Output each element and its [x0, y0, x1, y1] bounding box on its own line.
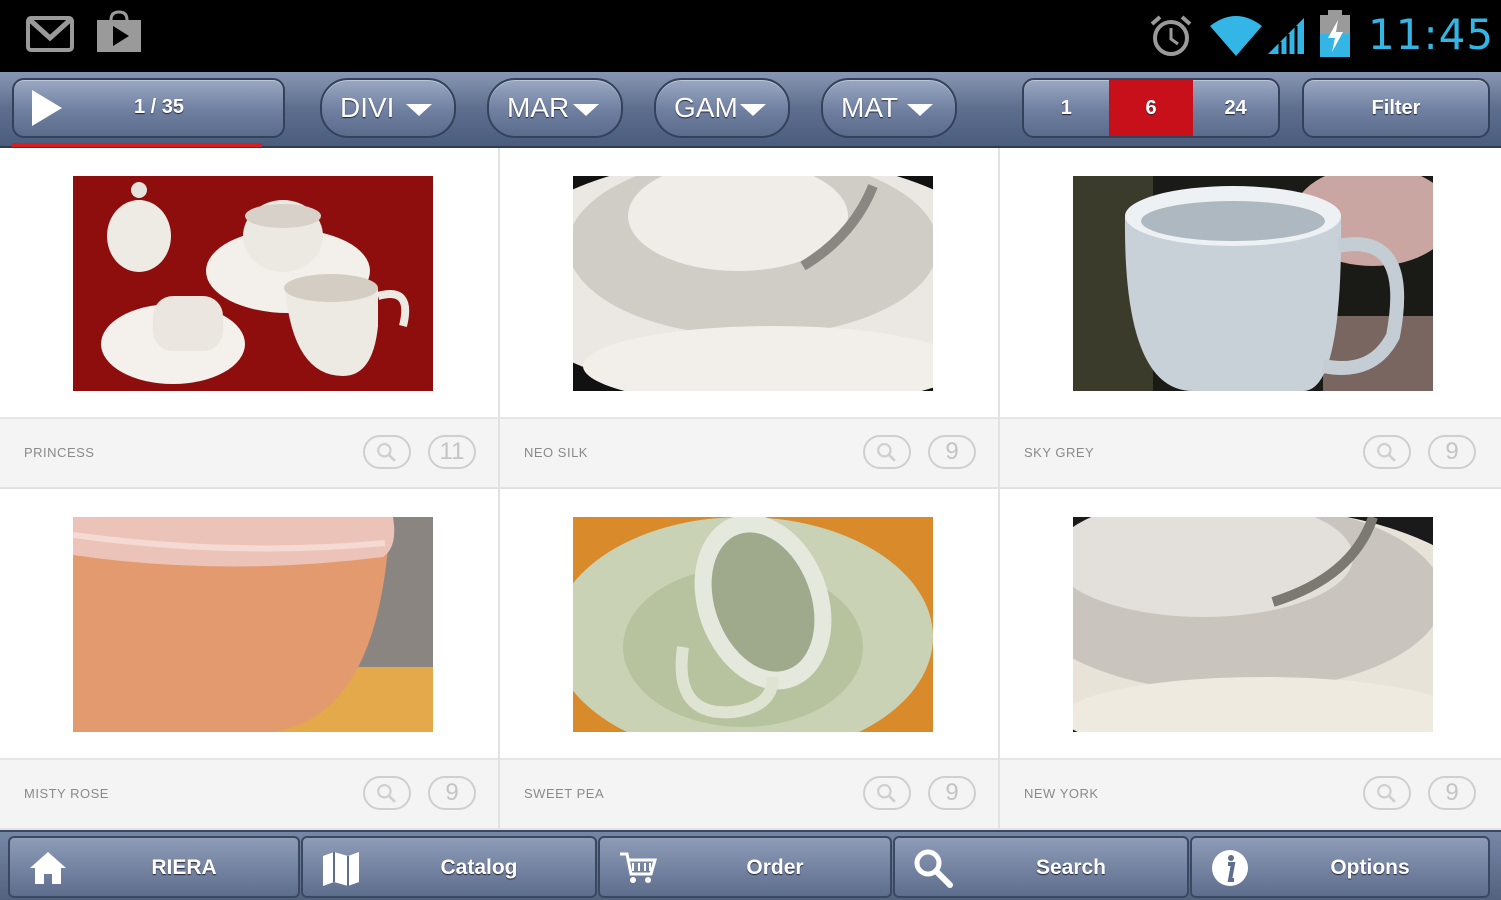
- product-footer: NEW YORK 9: [1000, 758, 1501, 828]
- product-name: SKY GREY: [1024, 445, 1095, 460]
- product-name: MISTY ROSE: [24, 786, 109, 801]
- per-page-option-1[interactable]: 1: [1024, 80, 1109, 136]
- product-tile[interactable]: SWEET PEA 9: [500, 489, 1000, 830]
- zoom-icon[interactable]: [863, 435, 911, 469]
- product-image[interactable]: [1073, 517, 1433, 732]
- bottom-nav: RIERA Catalog Order Search Options: [0, 830, 1501, 900]
- nav-options-button[interactable]: Options: [1190, 836, 1490, 898]
- product-name: PRINCESS: [24, 445, 95, 460]
- search-icon: [914, 849, 953, 888]
- nav-label: RIERA: [151, 856, 217, 879]
- info-icon: [1212, 850, 1248, 886]
- gmail-icon: [26, 16, 74, 52]
- product-image[interactable]: [573, 176, 933, 391]
- zoom-icon[interactable]: [363, 776, 411, 810]
- progress-indicator: [12, 143, 262, 147]
- zoom-icon[interactable]: [863, 776, 911, 810]
- zoom-icon[interactable]: [1363, 435, 1411, 469]
- chevron-down-icon: [740, 104, 766, 116]
- nav-order-button[interactable]: Order: [598, 836, 892, 898]
- zoom-icon[interactable]: [363, 435, 411, 469]
- page-counter: 1 / 35: [134, 96, 185, 118]
- product-tile[interactable]: PRINCESS 11: [0, 148, 500, 489]
- dropdown-range[interactable]: GAM: [654, 78, 790, 138]
- nav-label: Search: [1035, 856, 1107, 879]
- chevron-down-icon: [406, 104, 432, 116]
- wifi-icon: [1210, 16, 1262, 56]
- product-footer: PRINCESS 11: [0, 417, 498, 487]
- per-page-selector: 1 6 24: [1022, 78, 1280, 138]
- chevron-down-icon: [907, 104, 933, 116]
- image-count-badge: 9: [1428, 435, 1476, 469]
- dropdown-division[interactable]: DIVI: [320, 78, 456, 138]
- status-bar: 11:45: [0, 0, 1501, 72]
- per-page-option-24[interactable]: 24: [1193, 80, 1278, 136]
- product-image[interactable]: [73, 176, 433, 391]
- image-count-badge: 9: [928, 435, 976, 469]
- dropdown-label: GAM: [674, 92, 736, 123]
- status-clock: 11:45: [1368, 10, 1495, 59]
- nav-catalog-button[interactable]: Catalog: [301, 836, 597, 898]
- product-tile[interactable]: MISTY ROSE 9: [0, 489, 500, 830]
- top-toolbar: 1 / 35 DIVI MAR GAM MAT 1 6 24 Filter: [0, 72, 1501, 148]
- filter-button[interactable]: Filter: [1302, 78, 1490, 138]
- dropdown-label: MAT: [841, 92, 899, 123]
- battery-charging-icon: [1320, 10, 1350, 57]
- dropdown-label: MAR: [507, 92, 569, 123]
- zoom-icon[interactable]: [1363, 776, 1411, 810]
- nav-label: Order: [746, 856, 804, 879]
- product-grid: PRINCESS 11 NEO SILK 9 SKY GREY 9 MISTY …: [0, 148, 1501, 830]
- product-name: SWEET PEA: [524, 786, 605, 801]
- product-name: NEW YORK: [1024, 786, 1099, 801]
- dropdown-label: DIVI: [340, 92, 395, 123]
- product-name: NEO SILK: [524, 445, 588, 460]
- product-footer: SWEET PEA 9: [500, 758, 998, 828]
- product-tile[interactable]: NEW YORK 9: [1000, 489, 1501, 830]
- image-count-badge: 9: [428, 776, 476, 810]
- play-store-icon: [97, 10, 141, 52]
- nav-label: Catalog: [440, 856, 518, 879]
- per-page-option-6[interactable]: 6: [1108, 80, 1194, 136]
- signal-icon: [1268, 18, 1304, 54]
- home-icon: [30, 852, 66, 884]
- cart-icon: [620, 852, 657, 883]
- dropdown-material[interactable]: MAT: [821, 78, 957, 138]
- product-tile[interactable]: NEO SILK 9: [500, 148, 1000, 489]
- image-count-badge: 9: [928, 776, 976, 810]
- nav-label: Options: [1330, 856, 1410, 879]
- play-icon[interactable]: [32, 90, 62, 126]
- product-tile[interactable]: SKY GREY 9: [1000, 148, 1501, 489]
- nav-search-button[interactable]: Search: [893, 836, 1189, 898]
- alarm-icon: [1150, 15, 1192, 56]
- dropdown-brand[interactable]: MAR: [487, 78, 623, 138]
- nav-home-button[interactable]: RIERA: [8, 836, 300, 898]
- chevron-down-icon: [573, 104, 599, 116]
- product-footer: MISTY ROSE 9: [0, 758, 498, 828]
- product-image[interactable]: [573, 517, 933, 732]
- product-image[interactable]: [73, 517, 433, 732]
- product-footer: NEO SILK 9: [500, 417, 998, 487]
- image-count-badge: 11: [428, 435, 476, 469]
- image-count-badge: 9: [1428, 776, 1476, 810]
- map-icon: [323, 852, 359, 886]
- product-footer: SKY GREY 9: [1000, 417, 1501, 487]
- slideshow-control[interactable]: 1 / 35: [12, 78, 285, 138]
- product-image[interactable]: [1073, 176, 1433, 391]
